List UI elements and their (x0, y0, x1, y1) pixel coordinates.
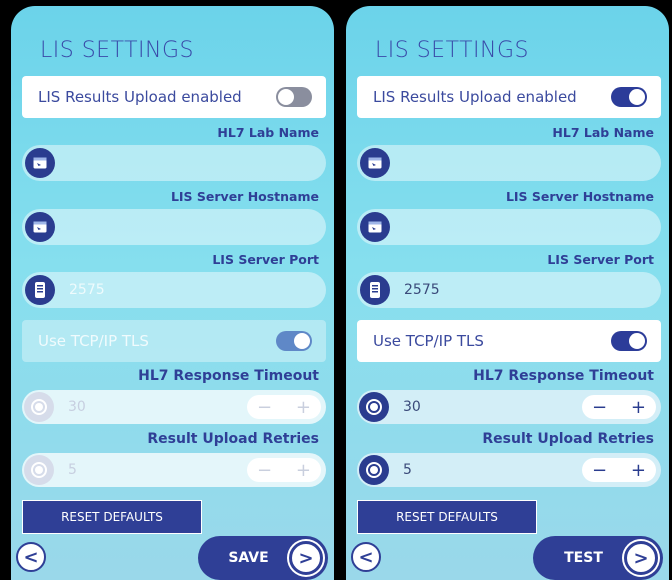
timeout-label: HL7 Response Timeout (138, 368, 319, 384)
upload-enabled-row[interactable]: LIS Results Upload enabled (357, 76, 661, 118)
port-value: 2575 (69, 282, 105, 298)
window-icon (360, 148, 390, 178)
timer-icon (24, 392, 54, 422)
port-field[interactable]: 2575 (357, 272, 661, 308)
window-icon (25, 212, 55, 242)
hostname-label: LIS Server Hostname (505, 189, 654, 204)
chevron-right-icon[interactable]: > (289, 541, 323, 575)
port-label: LIS Server Port (547, 252, 654, 267)
window-icon (25, 148, 55, 178)
upload-enabled-label: LIS Results Upload enabled (373, 88, 577, 106)
timeout-increment-button[interactable]: + (296, 397, 311, 418)
window-icon (360, 212, 390, 242)
lab-name-field[interactable] (22, 145, 326, 181)
upload-enabled-toggle[interactable] (611, 87, 647, 107)
tls-toggle[interactable] (276, 331, 312, 351)
chevron-left-icon[interactable]: < (351, 542, 381, 572)
timeout-increment-button[interactable]: + (631, 397, 646, 418)
timeout-label: HL7 Response Timeout (473, 368, 654, 384)
right-panel: LIS SETTINGS LIS Results Upload enabled … (346, 6, 669, 580)
lab-name-field[interactable] (357, 145, 661, 181)
reset-defaults-button[interactable]: RESET DEFAULTS (22, 500, 202, 534)
save-button[interactable]: SAVE > (198, 536, 328, 580)
retries-value: 5 (68, 462, 77, 478)
retries-label: Result Upload Retries (482, 431, 654, 447)
port-value: 2575 (404, 282, 440, 298)
upload-enabled-row[interactable]: LIS Results Upload enabled (22, 76, 326, 118)
retries-stepper[interactable]: 5 − + (22, 453, 326, 487)
tls-row[interactable]: Use TCP/IP TLS (357, 320, 661, 362)
timer-icon (24, 455, 54, 485)
timer-icon (359, 392, 389, 422)
left-panel: LIS SETTINGS LIS Results Upload enabled … (11, 6, 334, 580)
hostname-field[interactable] (22, 209, 326, 245)
chevron-right-icon[interactable]: > (624, 541, 658, 575)
hostname-field[interactable] (357, 209, 661, 245)
chevron-left-icon[interactable]: < (16, 542, 46, 572)
retries-decrement-button[interactable]: − (592, 460, 607, 481)
retries-label: Result Upload Retries (147, 431, 319, 447)
server-icon (25, 275, 55, 305)
test-button[interactable]: TEST > (533, 536, 663, 580)
port-label: LIS Server Port (212, 252, 319, 267)
hostname-label: LIS Server Hostname (170, 189, 319, 204)
retries-value: 5 (403, 462, 412, 478)
port-field[interactable]: 2575 (22, 272, 326, 308)
lab-name-label: HL7 Lab Name (552, 125, 654, 140)
tls-toggle[interactable] (611, 331, 647, 351)
lab-name-label: HL7 Lab Name (217, 125, 319, 140)
page-title: LIS SETTINGS (375, 38, 530, 63)
page-title: LIS SETTINGS (40, 38, 195, 63)
upload-enabled-toggle[interactable] (276, 87, 312, 107)
test-button-label: TEST (564, 550, 603, 566)
retries-increment-button[interactable]: + (631, 460, 646, 481)
timeout-decrement-button[interactable]: − (592, 397, 607, 418)
save-button-label: SAVE (228, 550, 269, 566)
retries-decrement-button[interactable]: − (257, 460, 272, 481)
server-icon (360, 275, 390, 305)
timeout-decrement-button[interactable]: − (257, 397, 272, 418)
timeout-stepper[interactable]: 30 − + (22, 390, 326, 424)
retries-increment-button[interactable]: + (296, 460, 311, 481)
upload-enabled-label: LIS Results Upload enabled (38, 88, 242, 106)
tls-label: Use TCP/IP TLS (373, 332, 484, 350)
tls-label: Use TCP/IP TLS (38, 332, 149, 350)
timeout-stepper[interactable]: 30 − + (357, 390, 661, 424)
tls-row[interactable]: Use TCP/IP TLS (22, 320, 326, 362)
timeout-value: 30 (68, 399, 86, 415)
timeout-value: 30 (403, 399, 421, 415)
reset-defaults-button[interactable]: RESET DEFAULTS (357, 500, 537, 534)
timer-icon (359, 455, 389, 485)
retries-stepper[interactable]: 5 − + (357, 453, 661, 487)
